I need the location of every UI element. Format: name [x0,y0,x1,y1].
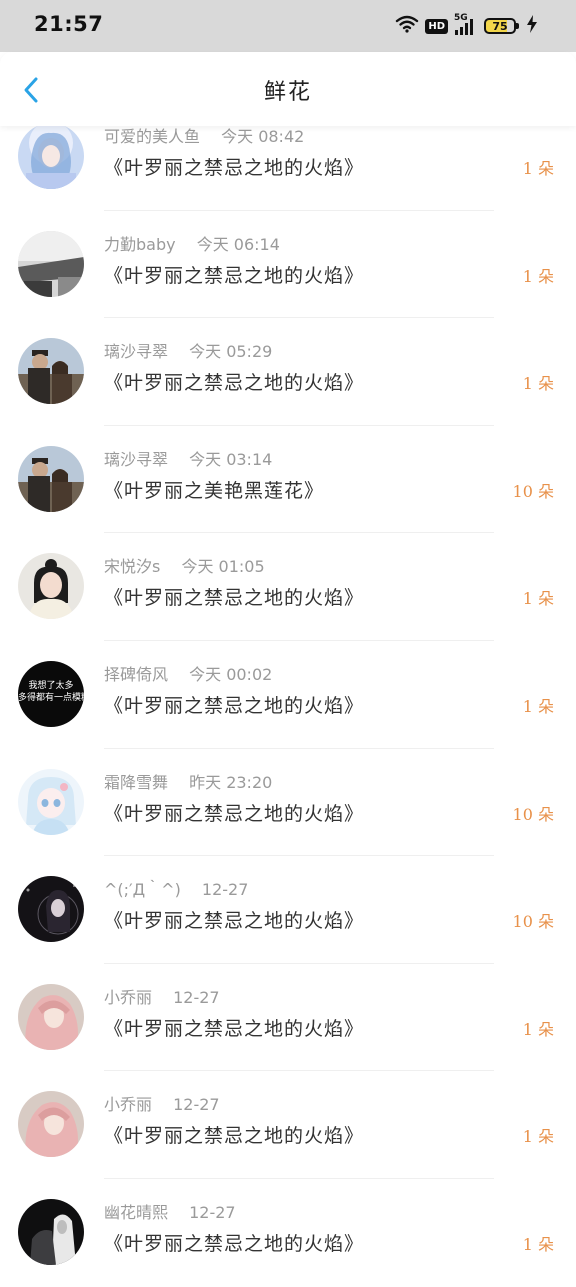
sender-name[interactable]: 小乔丽 [104,988,152,1007]
header-bar: 鲜花 [0,52,576,126]
hd-badge: HD [425,18,448,34]
list-item[interactable]: ^(;′Д｀^) 12-27 《叶罗丽之禁忌之地的火焰》 10 朵 [0,856,576,964]
send-time: 今天 01:05 [181,557,265,577]
send-time: 今天 08:42 [221,127,305,146]
gift-title[interactable]: 《叶罗丽之禁忌之地的火焰》 [104,691,364,718]
send-time: 12-27 [173,987,220,1007]
avatar[interactable] [18,230,84,297]
avatar[interactable] [18,983,84,1050]
avatar-caption: 多得都有一点模糊 [18,692,84,703]
sender-info: 小乔丽 12-27 [104,1091,220,1115]
gift-title[interactable]: 《叶罗丽之禁忌之地的火焰》 [104,799,364,826]
sender-name[interactable]: 择碑倚风 [104,665,168,684]
sender-info: 霜降雪舞 昨天 23:20 [104,769,272,793]
gift-title[interactable]: 《叶罗丽之禁忌之地的火焰》 [104,153,364,180]
sender-info: 择碑倚风 今天 00:02 [104,661,272,685]
flower-count: 1 朵 [522,696,554,716]
flower-count: 1 朵 [522,159,554,178]
avatar[interactable] [18,768,84,835]
send-time: 12-27 [173,1095,220,1115]
page-title: 鲜花 [263,80,312,105]
gift-title[interactable]: 《叶罗丽之禁忌之地的火焰》 [104,1121,364,1148]
flower-gift-list: 可爱的美人鱼 今天 08:42 《叶罗丽之禁忌之地的火焰》 1 朵 力勤baby… [0,123,576,1287]
list-item[interactable]: 霜降雪舞 昨天 23:20 《叶罗丽之禁忌之地的火焰》 10 朵 [0,749,576,857]
flower-count: 10 朵 [512,804,554,824]
sender-info: 小乔丽 12-27 [104,984,220,1008]
flower-count: 1 朵 [522,589,554,609]
avatar[interactable] [18,1091,84,1158]
sender-name[interactable]: 霜降雪舞 [104,773,168,792]
flower-count: 10 朵 [512,912,554,932]
gift-title[interactable]: 《叶罗丽之禁忌之地的火焰》 [104,261,364,288]
list-item[interactable]: 我想了太多 多得都有一点模糊 择碑倚风 今天 00:02 《叶罗丽之禁忌之地的火… [0,641,576,749]
flower-count: 1 朵 [522,1234,554,1254]
avatar[interactable] [18,1198,84,1265]
sender-name[interactable]: ^(;′Д｀^) [104,880,181,899]
signal-icon: 5G [454,13,478,36]
flower-count: 1 朵 [522,374,554,394]
send-time: 今天 05:29 [189,342,273,362]
avatar[interactable] [18,338,84,405]
status-icons: HD 5G 75 [395,13,538,38]
sender-name[interactable]: 璃沙寻翠 [104,342,168,361]
send-time: 今天 00:02 [189,664,273,684]
sender-info: 力勤baby 今天 06:14 [104,231,280,255]
sender-info: 可爱的美人鱼 今天 08:42 [104,123,304,147]
list-item[interactable]: 宋悦汐s 今天 01:05 《叶罗丽之禁忌之地的火焰》 1 朵 [0,533,576,641]
flower-count: 1 朵 [522,1127,554,1147]
battery-icon: 75 [484,18,519,34]
status-bar: 21:57 HD 5G 75 [0,0,576,52]
flower-count: 1 朵 [522,1019,554,1039]
sender-name[interactable]: 小乔丽 [104,1095,152,1114]
status-time: 21:57 [34,12,104,36]
send-time: 今天 03:14 [189,449,273,469]
avatar-caption: 我想了太多 [28,680,74,691]
avatar[interactable] [18,123,84,189]
sender-info: 璃沙寻翠 今天 03:14 [104,446,272,470]
gift-title[interactable]: 《叶罗丽之禁忌之地的火焰》 [104,1229,364,1256]
sender-info: 幽花晴熙 12-27 [104,1199,236,1223]
avatar[interactable] [18,553,84,620]
send-time: 12-27 [201,880,249,900]
sender-info: 宋悦汐s 今天 01:05 [104,553,265,577]
avatar[interactable]: 我想了太多 多得都有一点模糊 [18,660,84,727]
list-item[interactable]: 璃沙寻翠 今天 05:29 《叶罗丽之禁忌之地的火焰》 1 朵 [0,318,576,426]
sender-name[interactable]: 璃沙寻翠 [104,450,168,469]
sender-info: ^(;′Д｀^) 12-27 [104,876,248,900]
sender-name[interactable]: 可爱的美人鱼 [104,127,200,146]
send-time: 昨天 23:20 [189,772,273,792]
gift-title[interactable]: 《叶罗丽之禁忌之地的火焰》 [104,1014,364,1041]
sender-name[interactable]: 宋悦汐s [104,557,160,576]
flower-count: 10 朵 [512,481,554,501]
sender-info: 璃沙寻翠 今天 05:29 [104,338,272,362]
list-item[interactable]: 力勤baby 今天 06:14 《叶罗丽之禁忌之地的火焰》 1 朵 [0,211,576,319]
list-item[interactable]: 幽花晴熙 12-27 《叶罗丽之禁忌之地的火焰》 1 朵 [0,1179,576,1287]
list-item[interactable]: 璃沙寻翠 今天 03:14 《叶罗丽之美艳黑莲花》 10 朵 [0,426,576,534]
gift-title[interactable]: 《叶罗丽之禁忌之地的火焰》 [104,906,364,933]
flower-count: 1 朵 [522,266,554,286]
gift-title[interactable]: 《叶罗丽之美艳黑莲花》 [104,476,324,503]
wifi-icon [395,15,419,37]
send-time: 12-27 [189,1202,236,1222]
send-time: 今天 06:14 [196,234,280,254]
sender-name[interactable]: 力勤baby [104,235,176,254]
list-item[interactable]: 小乔丽 12-27 《叶罗丽之禁忌之地的火焰》 1 朵 [0,1071,576,1179]
charging-icon [526,15,538,37]
list-item[interactable]: 小乔丽 12-27 《叶罗丽之禁忌之地的火焰》 1 朵 [0,964,576,1072]
gift-title[interactable]: 《叶罗丽之禁忌之地的火焰》 [104,368,364,395]
gift-title[interactable]: 《叶罗丽之禁忌之地的火焰》 [104,583,364,610]
sender-name[interactable]: 幽花晴熙 [104,1203,168,1222]
avatar[interactable] [18,445,84,512]
avatar[interactable] [18,876,84,943]
